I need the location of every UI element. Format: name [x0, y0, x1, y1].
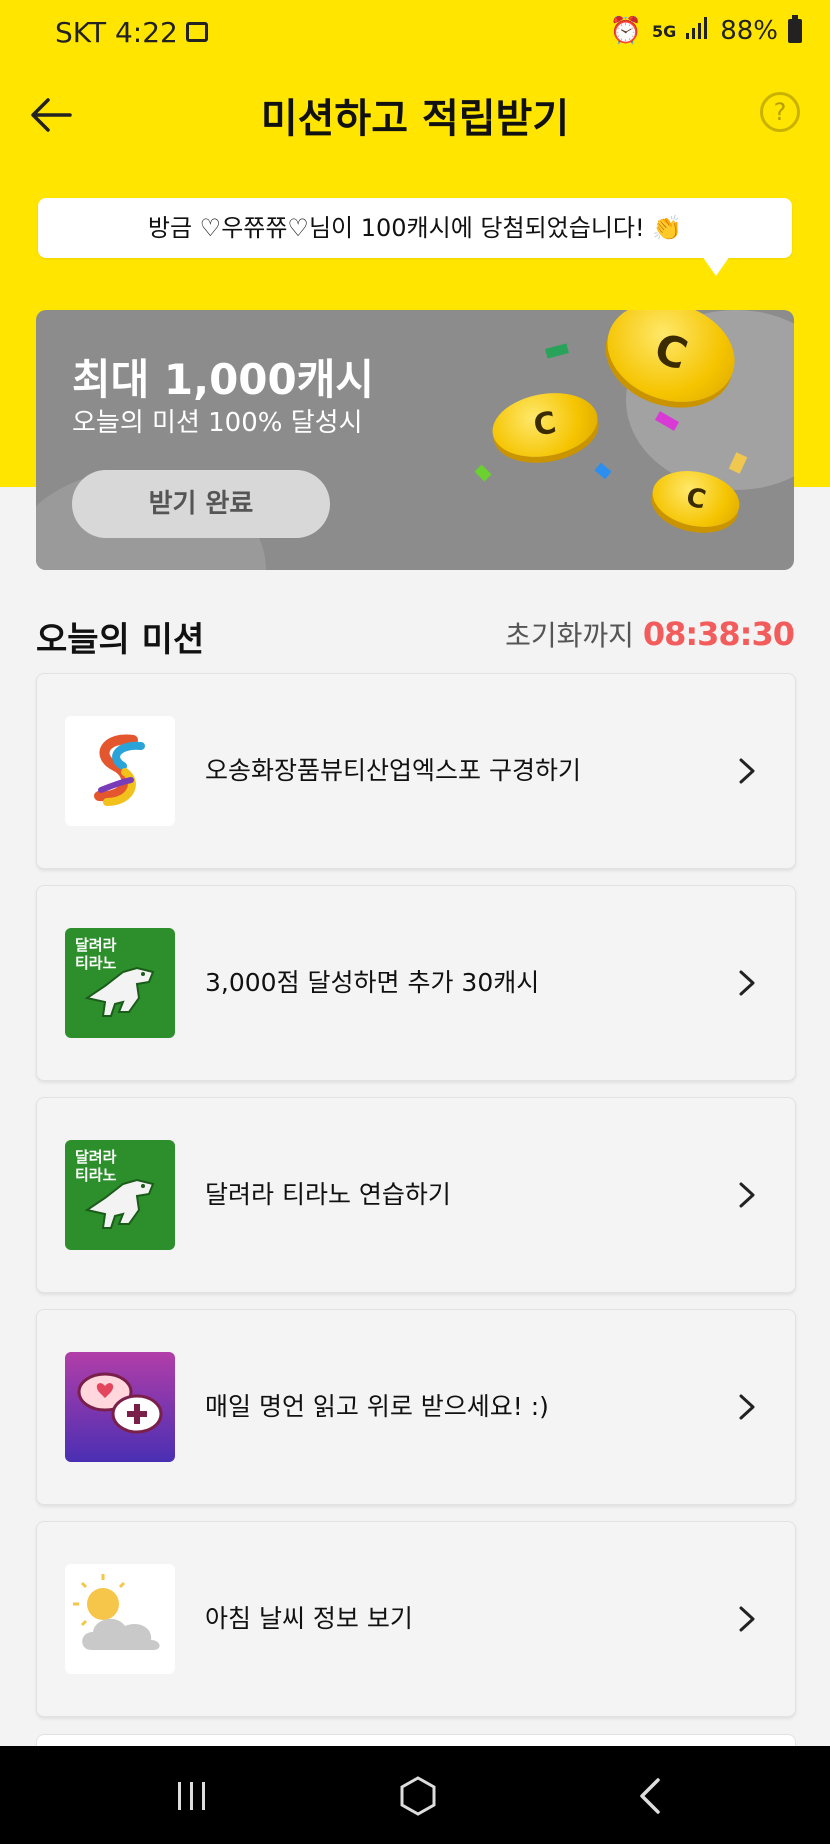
recent-apps-icon[interactable] — [170, 1774, 214, 1818]
coin-icon: C — [487, 385, 603, 465]
chevron-right-icon — [739, 970, 755, 996]
reset-timer: 초기화까지 08:38:30 — [505, 614, 795, 654]
claim-complete-button[interactable]: 받기 완료 — [72, 470, 330, 538]
page-title: 미션하고 적립받기 — [260, 96, 570, 142]
app-header: 미션하고 적립받기 ? — [0, 66, 830, 176]
network-type: 5G — [651, 21, 677, 41]
chevron-right-icon — [739, 1394, 755, 1420]
help-button[interactable]: ? — [760, 92, 800, 132]
reset-label: 초기화까지 — [505, 619, 634, 652]
weather-cloud-icon — [65, 1564, 175, 1674]
carrier-time: SKT 4:22 — [55, 16, 178, 49]
confetti — [594, 462, 612, 480]
mission-label: 매일 명언 읽고 위로 받으세요! :) — [205, 1392, 549, 1421]
system-nav-bar — [0, 1746, 830, 1844]
mission-label: 오송화장품뷰티산업엑스포 구경하기 — [205, 756, 581, 785]
mission-label: 3,000점 달성하면 추가 30캐시 — [205, 968, 540, 997]
alarm-icon: ⏰ — [609, 16, 642, 46]
mission-card[interactable]: 오송화장품뷰티산업엑스포 구경하기 — [36, 673, 796, 869]
status-bar: SKT 4:22 ⏰ 5G 88% — [0, 0, 830, 66]
battery-percent: 88% — [720, 16, 778, 46]
chat-bubbles-icon — [65, 1352, 175, 1462]
reward-banner: 최대 1,000캐시 오늘의 미션 100% 달성시 받기 완료 C C C — [36, 310, 794, 570]
gallery-notification-icon — [186, 22, 208, 42]
system-back-icon[interactable] — [630, 1774, 674, 1818]
winner-ticker: 방금 ♡우쮸쮸♡님이 100캐시에 당첨되었습니다! 👏 — [38, 198, 792, 258]
mission-label: 달려라 티라노 연습하기 — [205, 1180, 451, 1209]
expo-logo-icon — [65, 716, 175, 826]
section-title: 오늘의 미션 — [36, 620, 205, 660]
dino-game-icon: 달려라 티라노 — [65, 928, 175, 1038]
signal-icon — [686, 16, 710, 46]
ticker-tail — [702, 256, 730, 276]
mission-card[interactable]: 달려라 티라노 3,000점 달성하면 추가 30캐시 — [36, 885, 796, 1081]
mission-card[interactable]: 매일 명언 읽고 위로 받으세요! :) — [36, 1309, 796, 1505]
reward-title: 최대 1,000캐시 — [72, 355, 375, 404]
chevron-right-icon — [739, 1606, 755, 1632]
status-icons: ⏰ 5G 88% — [609, 15, 802, 46]
mission-label: 아침 날씨 정보 보기 — [205, 1604, 413, 1633]
chevron-right-icon — [739, 1182, 755, 1208]
mission-card[interactable]: 달려라 티라노 달려라 티라노 연습하기 — [36, 1097, 796, 1293]
reset-countdown: 08:38:30 — [642, 615, 795, 653]
mission-card[interactable]: 아침 날씨 정보 보기 — [36, 1521, 796, 1717]
chevron-right-icon — [739, 758, 755, 784]
home-icon[interactable] — [396, 1774, 440, 1818]
confetti — [545, 343, 569, 359]
battery-icon — [788, 15, 802, 43]
confetti — [474, 464, 492, 482]
reward-subtitle: 오늘의 미션 100% 달성시 — [72, 408, 363, 438]
dino-game-icon: 달려라 티라노 — [65, 1140, 175, 1250]
